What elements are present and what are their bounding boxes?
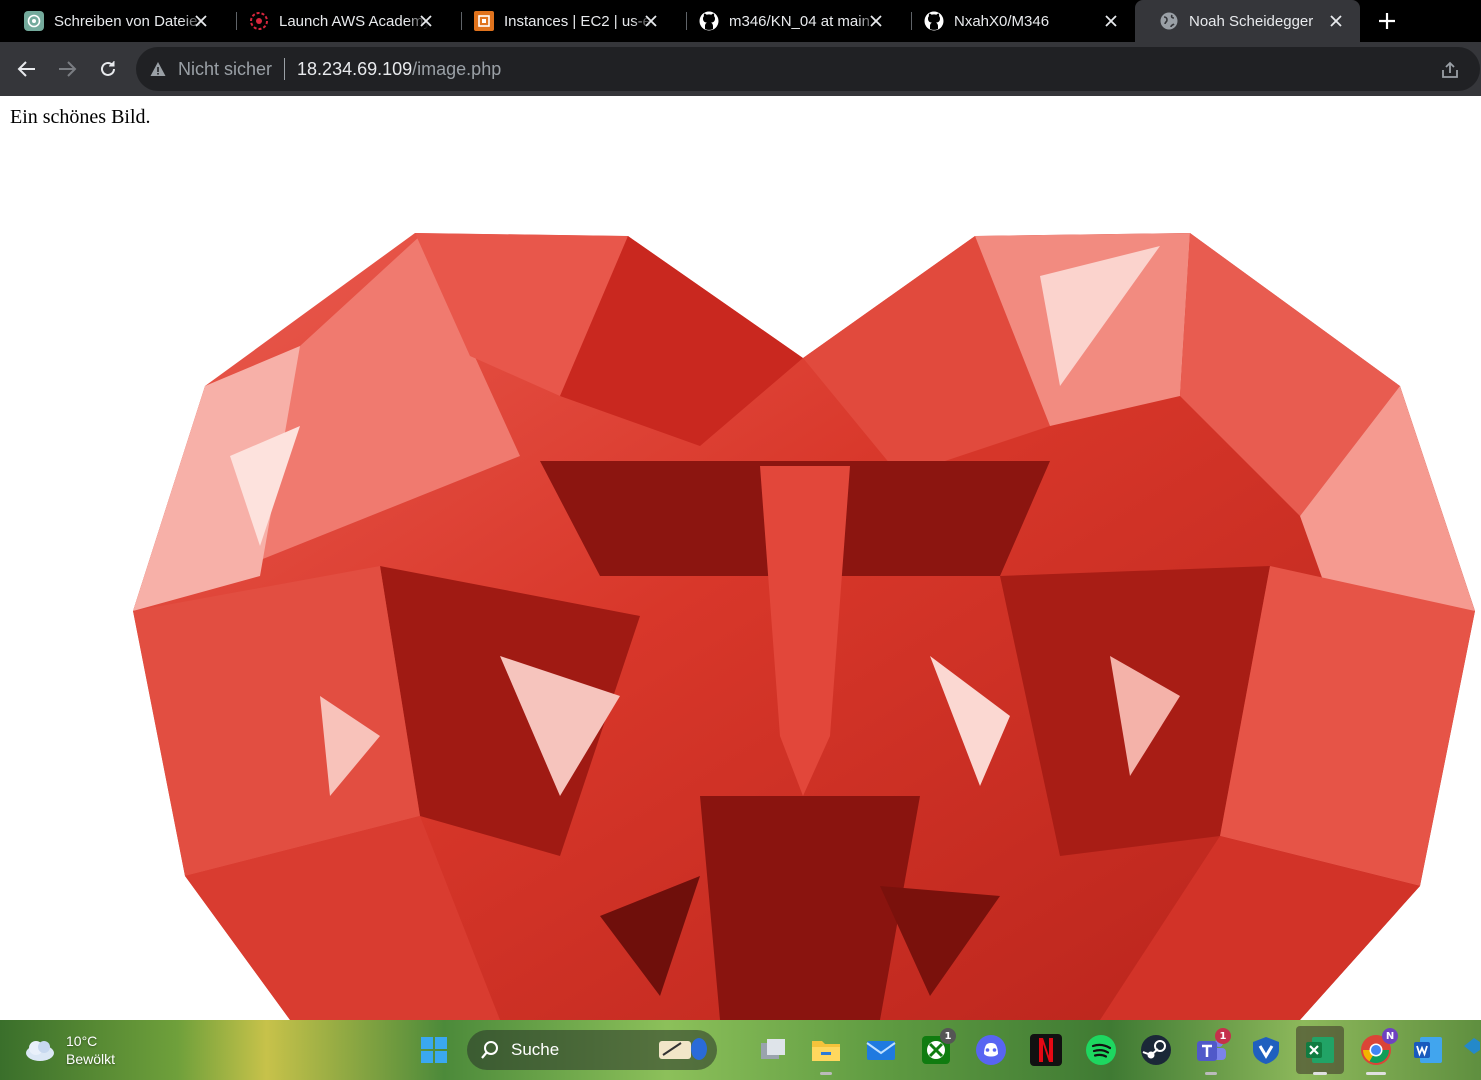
close-tab-icon[interactable] bbox=[1101, 11, 1121, 31]
discord-button[interactable] bbox=[975, 1034, 1007, 1066]
tab-label: m346/KN_04 at main bbox=[729, 12, 870, 30]
aws-ec2-icon bbox=[474, 11, 494, 31]
reload-button[interactable] bbox=[94, 55, 122, 83]
url-host[interactable]: 18.234.69.109 bbox=[297, 59, 412, 80]
tab-ec2-instances[interactable]: Instances | EC2 | us-east-1 bbox=[450, 0, 675, 42]
task-view-icon bbox=[761, 1039, 785, 1059]
close-tab-icon[interactable] bbox=[866, 11, 886, 31]
start-button[interactable] bbox=[418, 1034, 450, 1066]
task-view-button[interactable] bbox=[757, 1034, 789, 1066]
vpn-shield-icon bbox=[1253, 1037, 1279, 1064]
spotify-button[interactable] bbox=[1085, 1034, 1117, 1066]
mail-icon bbox=[866, 1041, 896, 1060]
weather-temperature: 10°C bbox=[66, 1033, 98, 1049]
forward-arrow-icon bbox=[59, 61, 77, 77]
tab-aws-academy[interactable]: Launch AWS Academy bbox=[225, 0, 450, 42]
search-highlight-icon bbox=[659, 1038, 707, 1060]
tab-github-m346[interactable]: NxahX0/M346 bbox=[900, 0, 1135, 42]
search-icon bbox=[481, 1041, 498, 1059]
security-status-label[interactable]: Nicht sicher bbox=[178, 59, 272, 80]
browser-toolbar: Nicht sicher 18.234.69.109/image.php bbox=[0, 42, 1481, 96]
steam-icon bbox=[1141, 1035, 1171, 1065]
tab-label: Schreiben von Dateien bbox=[54, 12, 204, 30]
reload-icon bbox=[101, 61, 115, 76]
xbox-badge: 1 bbox=[940, 1028, 956, 1044]
close-tab-icon[interactable] bbox=[416, 11, 436, 31]
vpn-button[interactable] bbox=[1250, 1034, 1282, 1066]
forward-button[interactable] bbox=[53, 55, 81, 83]
weather-description: Bewölkt bbox=[66, 1051, 116, 1067]
github-icon bbox=[924, 11, 944, 31]
tab-label: NxahX0/M346 bbox=[954, 12, 1050, 30]
tab-github-kn04[interactable]: m346/KN_04 at main bbox=[675, 0, 900, 42]
warning-icon[interactable] bbox=[150, 61, 166, 77]
word-button[interactable] bbox=[1412, 1034, 1444, 1066]
mail-button[interactable] bbox=[865, 1034, 897, 1066]
tab-chatgpt[interactable]: Schreiben von Dateien bbox=[0, 0, 225, 42]
excel-icon bbox=[1306, 1037, 1334, 1063]
teams-badge: 1 bbox=[1215, 1028, 1231, 1044]
running-indicator bbox=[820, 1072, 832, 1075]
spotify-icon bbox=[1086, 1035, 1116, 1065]
running-indicator bbox=[1366, 1072, 1386, 1075]
new-tab-button[interactable] bbox=[1374, 8, 1400, 34]
weather-widget[interactable]: 10°C Bewölkt bbox=[24, 1032, 115, 1068]
tab-label: Launch AWS Academy bbox=[279, 12, 429, 30]
windows-logo-icon bbox=[421, 1037, 447, 1063]
running-indicator bbox=[1313, 1072, 1327, 1075]
netflix-icon bbox=[1039, 1038, 1053, 1062]
netflix-button[interactable] bbox=[1030, 1034, 1062, 1066]
cloud-icon bbox=[26, 1041, 54, 1061]
folder-icon bbox=[812, 1041, 840, 1061]
close-tab-icon[interactable] bbox=[641, 11, 661, 31]
share-button[interactable] bbox=[1438, 58, 1462, 82]
vscode-button[interactable] bbox=[1462, 1034, 1480, 1066]
xbox-button[interactable]: 1 bbox=[920, 1028, 956, 1066]
share-icon bbox=[1442, 61, 1458, 78]
excel-button[interactable] bbox=[1296, 1026, 1344, 1074]
chrome-profile-badge: N bbox=[1382, 1028, 1398, 1044]
github-icon bbox=[699, 11, 719, 31]
chrome-button[interactable]: N bbox=[1360, 1028, 1398, 1066]
steam-button[interactable] bbox=[1140, 1034, 1172, 1066]
image-caption: Ein schönes Bild. bbox=[10, 106, 151, 128]
back-arrow-icon bbox=[17, 61, 35, 77]
chatgpt-icon bbox=[24, 11, 44, 31]
ruby-heart-image bbox=[133, 233, 1475, 1020]
address-bar[interactable]: Nicht sicher 18.234.69.109/image.php bbox=[136, 47, 1480, 91]
vscode-icon bbox=[1464, 1038, 1480, 1054]
running-indicator bbox=[1205, 1072, 1217, 1075]
taskbar-search[interactable]: Suche bbox=[467, 1030, 717, 1070]
divider bbox=[284, 58, 286, 80]
tab-label: Noah Scheidegger bbox=[1189, 12, 1314, 30]
back-button[interactable] bbox=[13, 55, 41, 83]
search-label: Suche bbox=[511, 1040, 560, 1059]
close-tab-icon[interactable] bbox=[1326, 11, 1346, 31]
page-content: Ein schönes Bild. bbox=[0, 96, 1481, 1020]
file-explorer-button[interactable] bbox=[810, 1034, 842, 1066]
tab-label: Instances | EC2 | us-east-1 bbox=[504, 12, 654, 30]
tab-strip: Schreiben von Dateien Launch AWS Academy… bbox=[0, 0, 1481, 42]
globe-icon bbox=[1159, 11, 1179, 31]
tab-noah-scheidegger[interactable]: Noah Scheidegger bbox=[1135, 0, 1360, 42]
word-icon bbox=[1414, 1037, 1442, 1063]
windows-taskbar: 10°C Bewölkt Suche 1 1 N bbox=[0, 1020, 1481, 1080]
url-path[interactable]: /image.php bbox=[412, 59, 501, 80]
discord-icon bbox=[976, 1035, 1006, 1065]
close-tab-icon[interactable] bbox=[191, 11, 211, 31]
teams-button[interactable]: 1 bbox=[1195, 1028, 1231, 1066]
aws-academy-icon bbox=[249, 11, 269, 31]
plus-icon bbox=[1379, 13, 1395, 29]
